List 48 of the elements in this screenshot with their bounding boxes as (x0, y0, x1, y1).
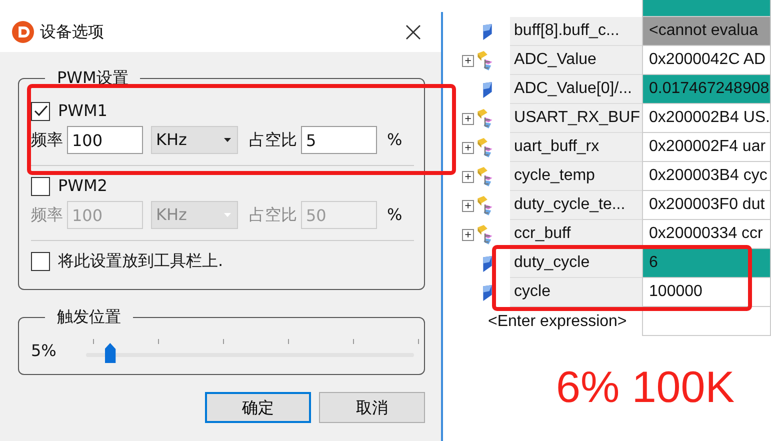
variable-value: 0x200003B4 cyc (642, 162, 771, 191)
variable-name[interactable]: uart_buff_rx (510, 133, 642, 162)
variable-value: 0x200003F0 dut (642, 191, 771, 220)
slider-thumb[interactable] (104, 343, 116, 363)
variable-name[interactable]: duty_cycle_te... (510, 191, 642, 220)
checkbox-label: PWM1 (58, 100, 108, 122)
slider-reading: 5% (31, 340, 56, 362)
field-label: 频率 (31, 129, 63, 151)
variable-value: 6 (642, 249, 771, 278)
variable-name[interactable]: cycle (510, 278, 642, 307)
window-title: 设备选项 (40, 21, 105, 43)
expand-button[interactable]: + (462, 54, 474, 66)
expand-button[interactable]: + (462, 228, 474, 240)
dialog-button[interactable]: 确定 (205, 392, 312, 423)
variable-value: 100000 (642, 278, 771, 307)
check-icon (34, 105, 48, 117)
variable-value: 0.017467248908 (642, 75, 771, 104)
group-legend: 触发位置 (45, 307, 133, 327)
variable-name[interactable]: cycle_temp (510, 162, 642, 191)
field-label: 占空比 (249, 204, 297, 226)
app-logo-icon (12, 21, 34, 43)
unit-dropdown[interactable]: KHz (151, 126, 238, 154)
unit-label: % (387, 129, 402, 151)
expand-button[interactable]: + (462, 170, 474, 182)
input-field[interactable]: 100 (67, 126, 143, 154)
expand-button[interactable]: + (462, 200, 474, 212)
variable-name[interactable]: duty_cycle (510, 249, 642, 278)
variable-value: <cannot evalua (642, 17, 771, 46)
variable-value: 0x200002B4 US. (642, 104, 771, 133)
checkbox-label: PWM2 (58, 175, 108, 197)
field-label: 占空比 (249, 129, 297, 151)
close-button[interactable]: × (396, 18, 432, 46)
annotation-text: 6% 100K (556, 366, 736, 410)
variable-name[interactable]: ADC_Value (510, 46, 642, 75)
variable-name[interactable]: ADC_Value[0]/... (510, 75, 642, 104)
variable-value: 0x200002F4 uar (642, 133, 771, 162)
expand-button[interactable]: + (462, 142, 474, 154)
checkbox[interactable] (31, 252, 50, 270)
field-label: 频率 (31, 204, 63, 226)
expand-button[interactable]: + (462, 112, 474, 124)
variable-name[interactable]: buff[8].buff_c... (510, 17, 642, 46)
checkbox-label: 将此设置放到工具栏上. (58, 250, 224, 272)
unit-label: % (387, 204, 402, 226)
caret-icon (224, 138, 231, 142)
input-field[interactable]: 5 (301, 126, 377, 154)
checkbox[interactable] (31, 102, 50, 120)
variable-name[interactable]: USART_RX_BUF (510, 104, 642, 133)
dialog-button[interactable]: 取消 (319, 392, 426, 423)
